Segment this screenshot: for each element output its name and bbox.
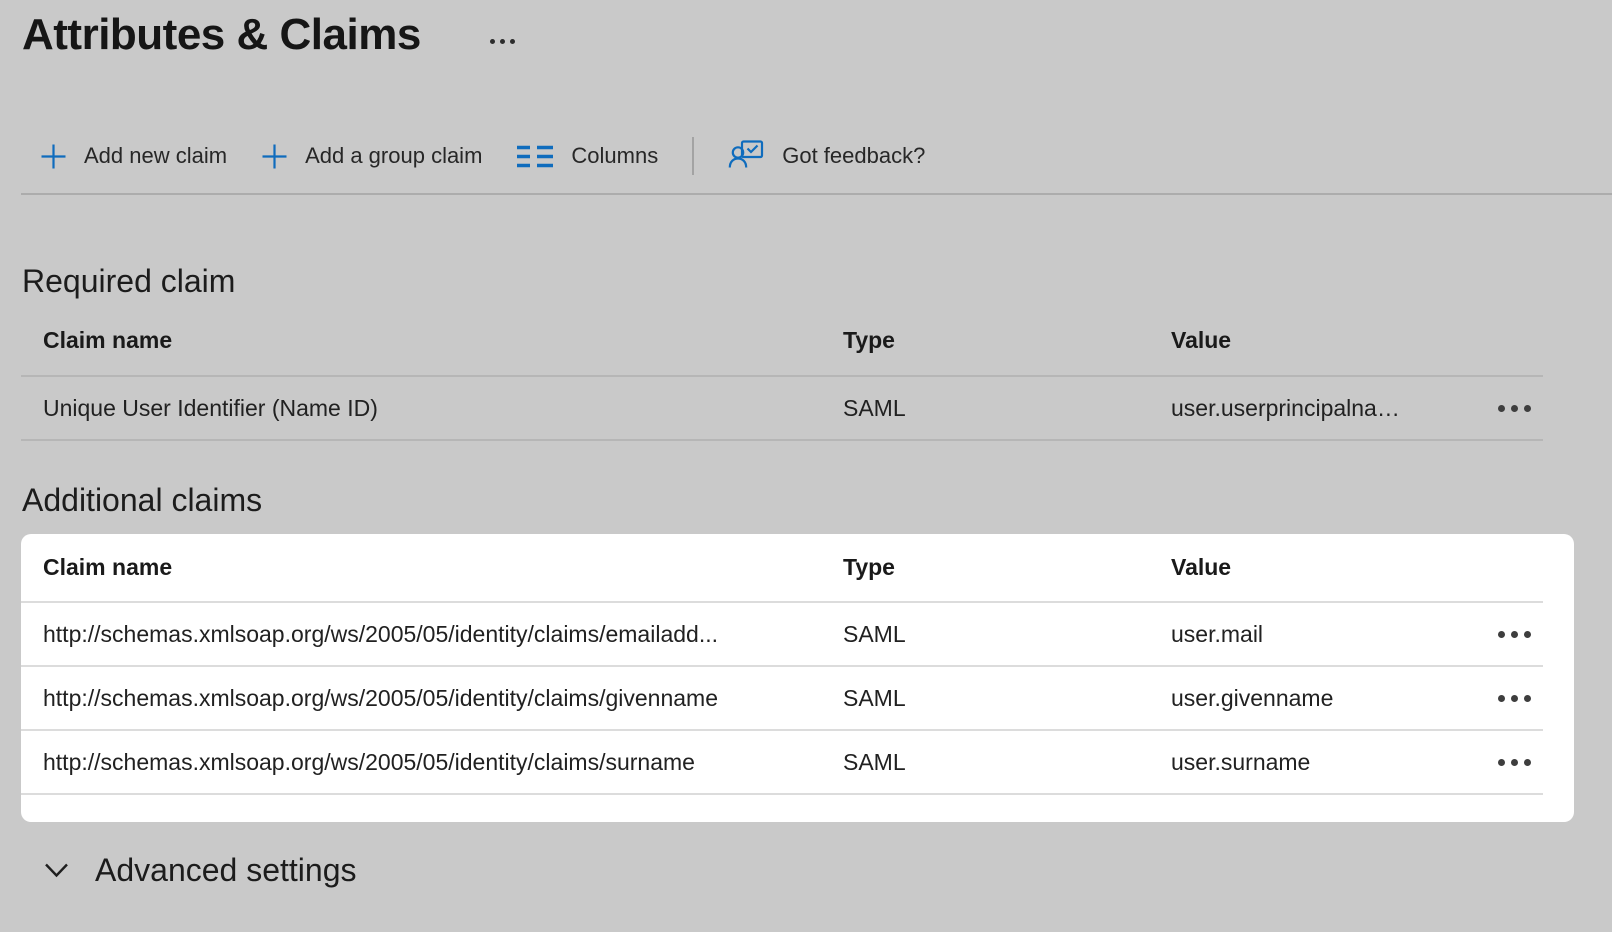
ellipsis-horizontal-icon: [490, 39, 495, 44]
row-menu-button[interactable]: [1498, 689, 1531, 708]
attributes-claims-page: Attributes & Claims Add new claim Add a …: [0, 0, 1612, 932]
edit-columns-icon: [516, 144, 554, 169]
column-header-claim-name: Claim name: [43, 554, 843, 581]
type-cell: SAML: [843, 621, 1171, 648]
advanced-settings-label: Advanced settings: [95, 852, 357, 889]
column-header-type: Type: [843, 554, 1171, 581]
additional-claims-card: Claim name Type Value http://schemas.xml…: [21, 534, 1574, 822]
got-feedback-label: Got feedback?: [782, 143, 925, 169]
ellipsis-horizontal-icon: [1498, 759, 1505, 766]
command-bar: Add new claim Add a group claim Columns: [40, 134, 925, 178]
claim-name-cell: Unique User Identifier (Name ID): [43, 395, 843, 422]
claim-name-cell: http://schemas.xmlsoap.org/ws/2005/05/id…: [43, 749, 843, 776]
page-context-menu-button[interactable]: [486, 28, 519, 54]
add-group-claim-button[interactable]: Add a group claim: [261, 143, 482, 170]
type-cell: SAML: [843, 685, 1171, 712]
claim-name-cell: http://schemas.xmlsoap.org/ws/2005/05/id…: [43, 685, 843, 712]
ellipsis-horizontal-icon: [1498, 405, 1505, 412]
table-row[interactable]: Unique User Identifier (Name ID) SAML us…: [21, 377, 1543, 441]
table-row[interactable]: http://schemas.xmlsoap.org/ws/2005/05/id…: [21, 603, 1543, 667]
got-feedback-button[interactable]: Got feedback?: [728, 138, 925, 175]
columns-button[interactable]: Columns: [516, 143, 658, 169]
toolbar-rule: [21, 193, 1612, 195]
column-header-type: Type: [843, 327, 1171, 354]
ellipsis-horizontal-icon: [1498, 695, 1505, 702]
value-cell: user.surname: [1171, 749, 1433, 776]
value-cell: user.userprincipalname [...: [1171, 395, 1433, 422]
add-group-claim-label: Add a group claim: [305, 143, 482, 169]
ellipsis-horizontal-icon: [1498, 631, 1505, 638]
add-new-claim-label: Add new claim: [84, 143, 227, 169]
person-feedback-icon: [728, 138, 765, 175]
column-header-claim-name: Claim name: [43, 327, 843, 354]
columns-label: Columns: [571, 143, 658, 169]
additional-claims-table: Claim name Type Value http://schemas.xml…: [21, 534, 1543, 795]
plus-icon: [261, 143, 288, 170]
type-cell: SAML: [843, 749, 1171, 776]
value-cell: user.givenname: [1171, 685, 1433, 712]
table-row[interactable]: http://schemas.xmlsoap.org/ws/2005/05/id…: [21, 667, 1543, 731]
row-menu-button[interactable]: [1498, 399, 1531, 418]
column-header-value: Value: [1171, 554, 1433, 581]
page-title: Attributes & Claims: [22, 10, 421, 60]
add-new-claim-button[interactable]: Add new claim: [40, 143, 227, 170]
additional-claims-heading: Additional claims: [22, 480, 262, 520]
required-claims-table: Claim name Type Value Unique User Identi…: [21, 305, 1543, 441]
column-header-value: Value: [1171, 327, 1433, 354]
row-menu-button[interactable]: [1498, 625, 1531, 644]
table-row[interactable]: http://schemas.xmlsoap.org/ws/2005/05/id…: [21, 731, 1543, 795]
claim-name-cell: http://schemas.xmlsoap.org/ws/2005/05/id…: [43, 621, 843, 648]
table-header-row: Claim name Type Value: [21, 305, 1543, 377]
toolbar-divider: [692, 137, 694, 175]
required-claim-heading: Required claim: [22, 261, 235, 301]
plus-icon: [40, 143, 67, 170]
type-cell: SAML: [843, 395, 1171, 422]
chevron-down-icon: [44, 862, 69, 878]
advanced-settings-toggle[interactable]: Advanced settings: [44, 848, 357, 892]
table-header-row: Claim name Type Value: [21, 534, 1543, 603]
value-cell: user.mail: [1171, 621, 1433, 648]
row-menu-button[interactable]: [1498, 753, 1531, 772]
